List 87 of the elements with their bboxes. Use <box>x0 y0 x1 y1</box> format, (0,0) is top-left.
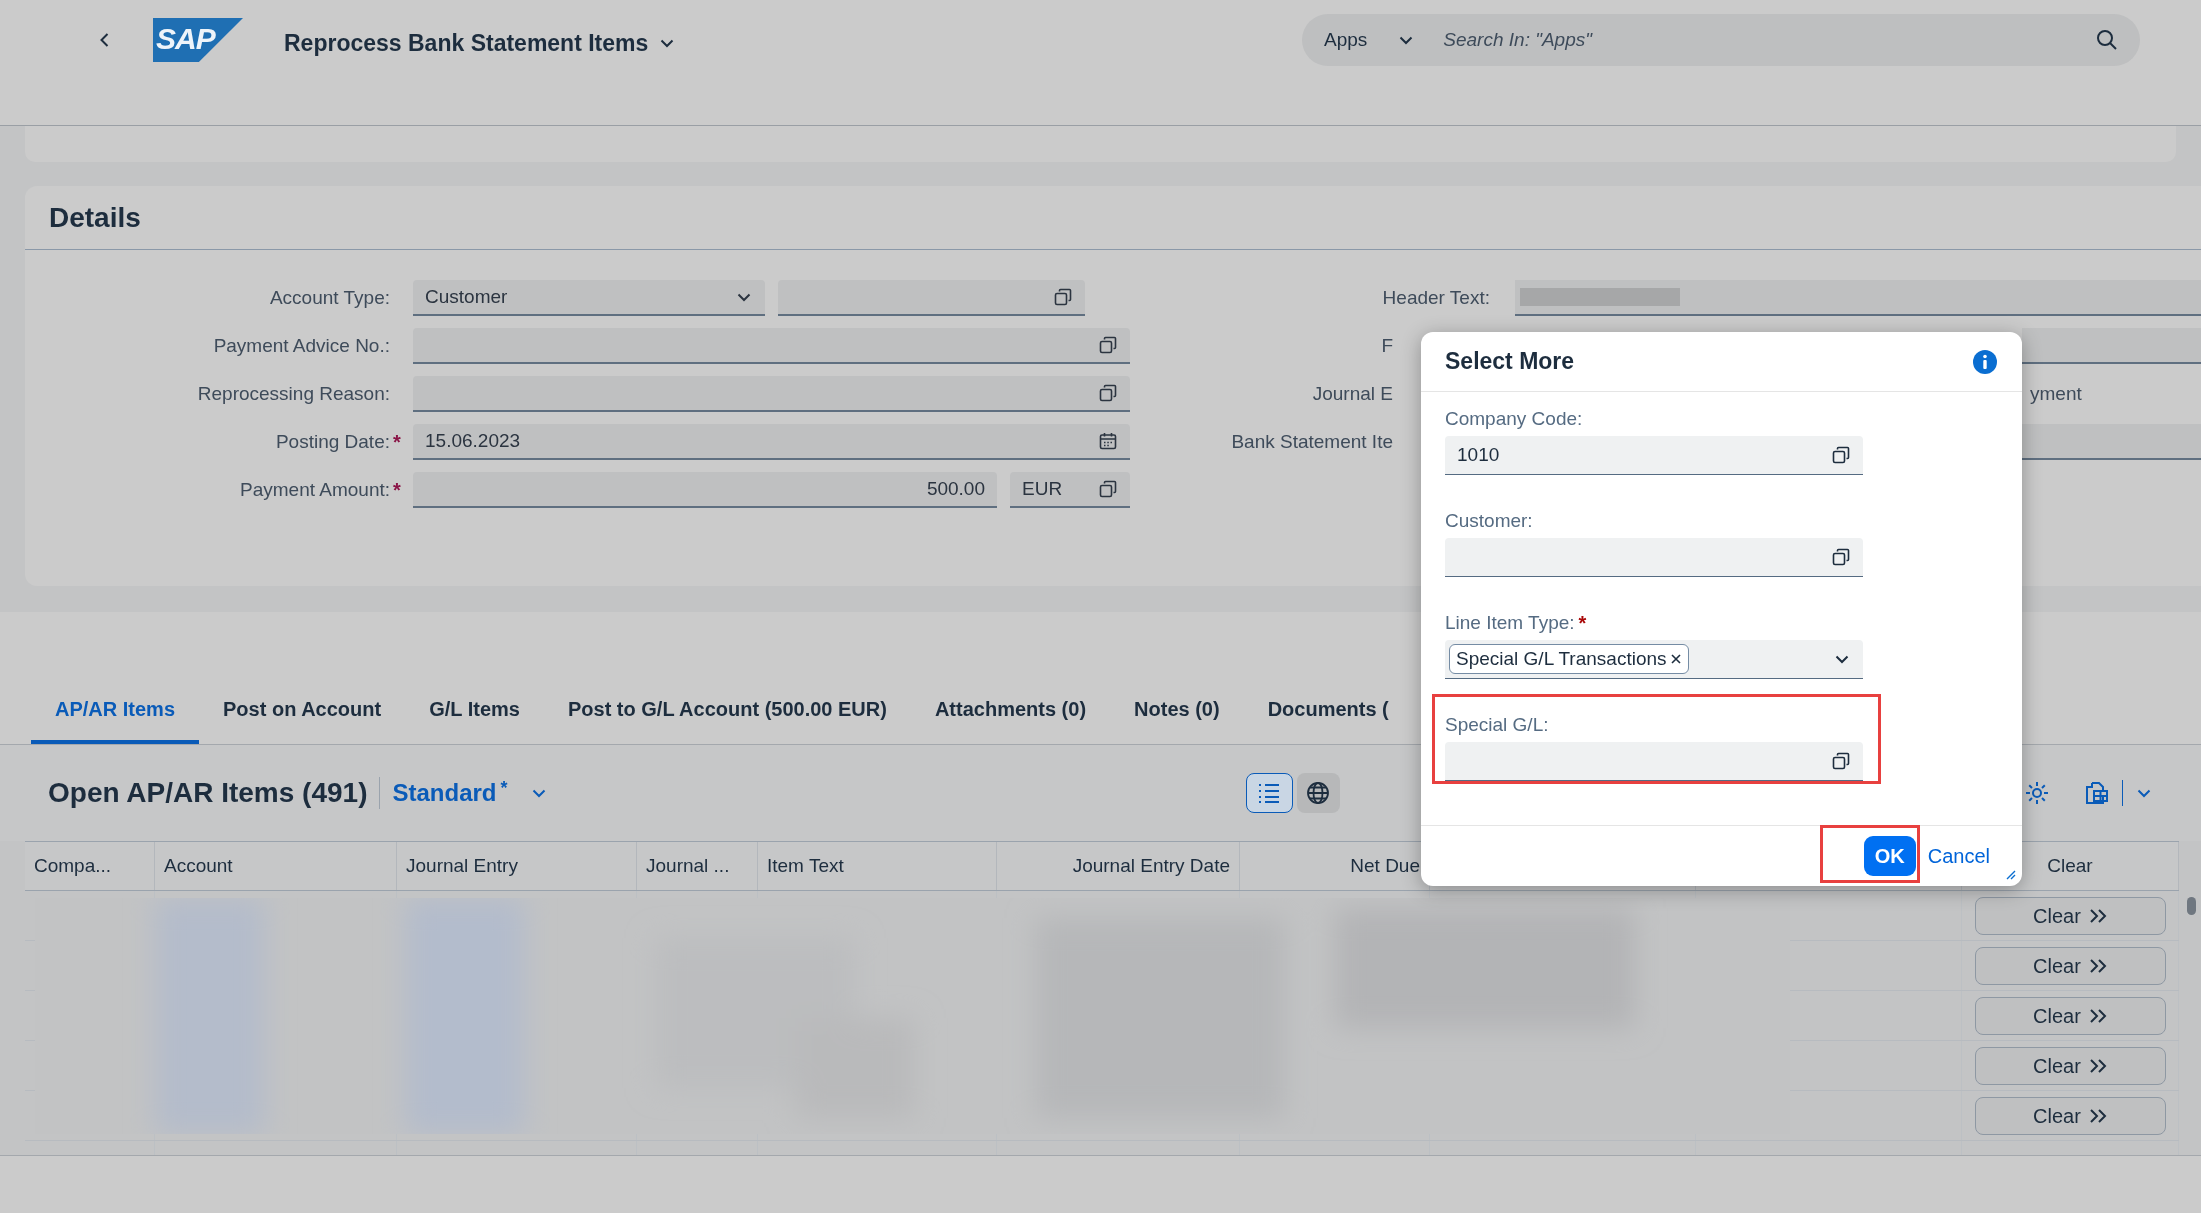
account-type-select[interactable]: Customer <box>413 280 765 316</box>
double-chevron-icon <box>2088 1007 2107 1024</box>
app-title[interactable]: Reprocess Bank Statement Items <box>284 26 649 61</box>
search-bar[interactable]: Apps Search In: "Apps" <box>1302 14 2140 66</box>
remove-icon[interactable] <box>1669 653 1682 665</box>
value-help-icon[interactable] <box>1831 751 1851 771</box>
globe-icon <box>1306 781 1330 805</box>
clear-button[interactable]: Clear <box>1974 896 2166 935</box>
value-help-icon[interactable] <box>1098 383 1118 403</box>
cancel-button[interactable]: Cancel <box>1923 836 1994 876</box>
search-icon[interactable] <box>2096 29 2118 51</box>
search-scope[interactable]: Apps <box>1324 25 1368 55</box>
variant-selector[interactable]: Standard * <box>392 775 508 811</box>
header-text-field[interactable] <box>1515 280 2201 316</box>
field-label: Posting Date: <box>275 429 390 454</box>
value-help-icon[interactable] <box>1831 547 1851 567</box>
tab[interactable]: Post to G/L Account (500.00 EUR) <box>543 678 911 744</box>
value-help-icon[interactable] <box>1098 479 1118 499</box>
input-field[interactable] <box>2022 424 2201 460</box>
account-field[interactable] <box>778 280 1085 316</box>
input-field[interactable] <box>413 328 1130 364</box>
dialog-title: Select More <box>1445 347 1575 377</box>
input-field[interactable]: 1010 <box>1445 436 1863 475</box>
globe-toggle[interactable] <box>1296 773 1340 813</box>
clear-button[interactable]: Clear <box>1974 1046 2166 1085</box>
column-header[interactable]: Journal Entry <box>406 851 518 881</box>
settings-icon[interactable] <box>2024 780 2050 806</box>
value-help-icon[interactable] <box>1053 287 1073 307</box>
calendar-icon[interactable] <box>1098 431 1118 451</box>
column-header[interactable]: Journal ... <box>646 851 730 881</box>
required-mark: * <box>393 431 401 453</box>
tab[interactable]: Attachments (0) <box>910 678 1111 744</box>
export-icon[interactable] <box>2084 780 2110 806</box>
field-label: Customer: <box>1445 508 1533 533</box>
field-label: Special G/L: <box>1445 712 1549 737</box>
tab[interactable]: Documents ( <box>1243 678 1413 744</box>
column-header[interactable]: Account <box>164 851 233 881</box>
value-help-icon[interactable] <box>1098 335 1118 355</box>
clear-button[interactable]: Clear <box>1974 996 2166 1035</box>
column-header[interactable]: Clear <box>2047 851 2093 881</box>
field-label: Bank Statement Ite <box>1231 429 1393 454</box>
input-field[interactable] <box>1445 742 1863 781</box>
amount-field[interactable]: 500.00 <box>413 472 997 508</box>
search-placeholder: Search In: "Apps" <box>1443 27 1592 52</box>
input-field[interactable] <box>2022 328 2201 364</box>
modified-mark: * <box>500 777 508 800</box>
field-label: Company Code: <box>1445 406 1583 431</box>
input-field[interactable] <box>413 376 1130 412</box>
field-label: F <box>1381 333 1393 358</box>
field-label: Line Item Type: <box>1445 610 1575 635</box>
currency-field[interactable]: EUR <box>1010 472 1130 508</box>
required-mark: * <box>1578 611 1587 636</box>
field-label: Journal E <box>1312 381 1393 406</box>
column-header[interactable]: Journal Entry Date <box>1072 851 1230 881</box>
value-help-icon[interactable] <box>1831 445 1851 465</box>
field-label: Reprocessing Reason: <box>197 381 390 406</box>
line-item-type-combobox[interactable]: Special G/L Transactions <box>1445 640 1863 679</box>
section-title: Details <box>49 200 141 235</box>
date-field[interactable]: 15.06.2023 <box>413 424 1130 460</box>
tab[interactable]: G/L Items <box>405 678 544 744</box>
field-label: Account Type: <box>269 285 390 310</box>
field-label: Header Text: <box>1382 285 1490 310</box>
double-chevron-icon <box>2088 1107 2107 1124</box>
token[interactable]: Special G/L Transactions <box>1449 644 1689 674</box>
double-chevron-icon <box>2088 907 2107 924</box>
field-label: yment <box>2029 381 2083 406</box>
column-header[interactable]: Compa... <box>34 851 112 881</box>
tab[interactable]: Post on Account <box>199 678 406 744</box>
column-header[interactable]: Net Due <box>1350 851 1420 881</box>
scrollbar-thumb[interactable] <box>2187 897 2196 915</box>
double-chevron-icon <box>2088 957 2107 974</box>
logo[interactable]: SAP <box>153 18 243 62</box>
field-label: Payment Advice No.: <box>213 333 390 358</box>
clear-button[interactable]: Clear <box>1974 946 2166 985</box>
resize-handle-icon[interactable] <box>2004 868 2016 880</box>
list-view-toggle[interactable] <box>1245 773 1293 813</box>
field-label: Payment Amount: <box>240 477 390 502</box>
ok-button[interactable]: OK <box>1863 836 1916 876</box>
list-icon <box>1257 782 1281 804</box>
input-field[interactable] <box>1445 538 1863 577</box>
column-header[interactable]: Item Text <box>767 851 844 881</box>
info-icon[interactable] <box>1972 348 1998 375</box>
required-mark: * <box>393 479 401 501</box>
tab[interactable]: Notes (0) <box>1110 678 1244 744</box>
table-title: Open AP/AR Items (491) <box>48 776 368 810</box>
double-chevron-icon <box>2088 1057 2107 1074</box>
clear-button[interactable]: Clear <box>1974 1096 2166 1135</box>
